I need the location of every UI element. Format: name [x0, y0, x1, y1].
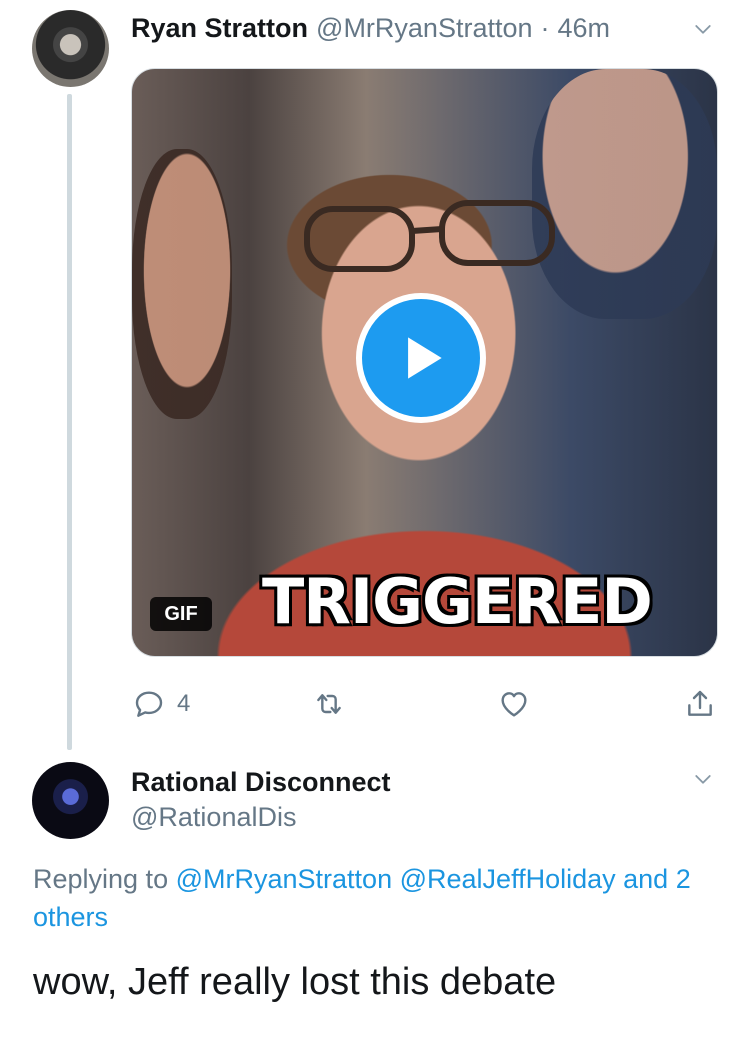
heart-icon	[501, 692, 527, 717]
retweet-button[interactable]	[313, 686, 345, 722]
gif-media[interactable]: TRIGGERED GIF	[131, 68, 718, 657]
author-handle[interactable]: @MrRyanStratton	[316, 13, 532, 43]
mention-link[interactable]: @RealJeffHoliday	[400, 864, 616, 894]
replying-to: Replying to @MrRyanStratton @RealJeffHol…	[33, 860, 723, 936]
background-person	[132, 149, 232, 419]
thread-line	[67, 94, 72, 750]
chevron-down-icon[interactable]	[694, 20, 712, 43]
play-button[interactable]	[356, 293, 486, 423]
and-text: and	[623, 864, 669, 894]
share-button[interactable]	[684, 686, 716, 722]
background-person	[532, 69, 717, 319]
gif-badge: GIF	[150, 597, 212, 631]
like-button[interactable]	[498, 686, 530, 722]
tweet-text: wow, Jeff really lost this debate	[33, 961, 557, 1003]
avatar[interactable]	[32, 10, 109, 87]
author-name[interactable]: Ryan Stratton	[131, 13, 308, 43]
replying-prefix: Replying to	[33, 864, 169, 894]
reply-count: 4	[177, 690, 191, 717]
chevron-down-icon[interactable]	[694, 770, 712, 793]
play-icon	[408, 337, 442, 379]
author-handle[interactable]: @RationalDis	[131, 799, 296, 835]
author-name[interactable]: Rational Disconnect	[131, 765, 391, 799]
timestamp[interactable]: 46m	[558, 13, 611, 43]
retweet-icon	[317, 694, 341, 714]
reply-button[interactable]: 4	[133, 686, 190, 722]
mention-link[interactable]: @MrRyanStratton	[176, 864, 392, 894]
separator: ·	[540, 13, 550, 43]
reply-icon	[135, 691, 163, 717]
share-icon	[688, 690, 712, 716]
glasses-shape	[304, 200, 555, 272]
tweet-header: Ryan Stratton @MrRyanStratton · 46m	[131, 10, 618, 46]
avatar[interactable]	[32, 762, 109, 839]
gif-caption: TRIGGERED	[262, 565, 653, 638]
